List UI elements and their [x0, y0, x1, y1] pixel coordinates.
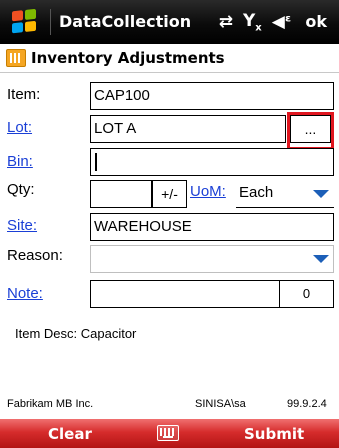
signal-icon: Yx [242, 10, 262, 34]
item-description: Item Desc: Capacitor [15, 326, 137, 341]
app-title: DataCollection [50, 9, 219, 35]
footer-info: Fabrikam MB Inc. SINISA\sa 99.9.2.4 [0, 394, 339, 414]
company-name: Fabrikam MB Inc. [7, 398, 94, 410]
keyboard-icon[interactable] [157, 425, 179, 441]
uom-link[interactable]: UoM: [190, 183, 226, 200]
bin-field[interactable] [90, 148, 334, 176]
page-title: Inventory Adjustments [31, 49, 225, 67]
uom-dropdown-arrow-icon[interactable] [313, 190, 329, 198]
ok-button[interactable]: ok [305, 12, 327, 31]
user-name: SINISA\sa [195, 398, 246, 410]
note-count-button[interactable]: 0 [279, 280, 334, 308]
sync-icon: ⇄ [218, 11, 233, 32]
qty-field[interactable] [90, 180, 152, 208]
lot-field[interactable]: LOT A [90, 115, 286, 143]
submit-button[interactable]: Submit [244, 425, 304, 443]
windows-start-icon[interactable] [0, 0, 50, 44]
version-number: 99.9.2.4 [287, 398, 327, 410]
form-icon [6, 49, 26, 67]
note-link[interactable]: Note: [7, 285, 43, 302]
item-label: Item: [7, 86, 41, 103]
lookup-highlight-box [287, 112, 334, 150]
reason-label: Reason: [7, 247, 63, 264]
volume-icon[interactable]: ◀ᵋ [272, 12, 292, 32]
sign-toggle-button[interactable]: +/- [152, 180, 187, 208]
uom-value: Each [239, 184, 274, 201]
item-field[interactable]: CAP100 [90, 82, 334, 110]
form-title-bar: Inventory Adjustments [0, 44, 339, 73]
lot-link[interactable]: Lot: [7, 119, 32, 136]
site-field[interactable]: WAREHOUSE [90, 213, 334, 241]
reason-select[interactable] [90, 245, 334, 273]
qty-label: Qty: [7, 181, 35, 198]
bin-link[interactable]: Bin: [7, 153, 33, 170]
site-link[interactable]: Site: [7, 217, 37, 234]
status-bar: DataCollection ⇄ Yx ◀ᵋ ok [0, 0, 339, 44]
reason-dropdown-arrow-icon[interactable] [313, 255, 329, 263]
text-cursor [95, 153, 97, 172]
inventory-form: Item: CAP100 Lot: LOT A ... Bin: Qty: +/… [0, 74, 339, 414]
softkey-bar: Clear Submit [0, 419, 339, 448]
clear-button[interactable]: Clear [48, 425, 92, 443]
